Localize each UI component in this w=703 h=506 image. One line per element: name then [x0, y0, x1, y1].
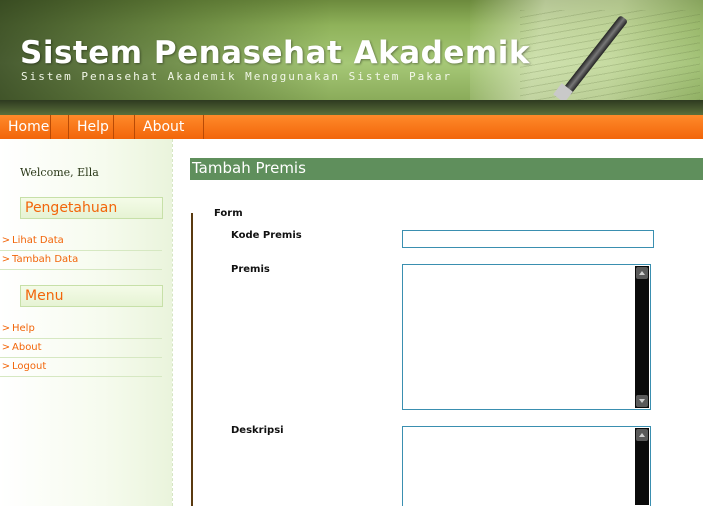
- sidebar-item-label: Help: [12, 323, 35, 334]
- sidebar-item-label: About: [12, 342, 42, 353]
- form-legend: Form: [214, 208, 243, 219]
- sidebar-item-about[interactable]: > About: [0, 340, 162, 358]
- chevron-right-icon: >: [1, 323, 11, 334]
- scroll-down-icon[interactable]: [636, 395, 648, 407]
- sidebar-heading-pengetahuan: Pengetahuan: [20, 197, 163, 219]
- banner-strip: [0, 100, 703, 115]
- kode-premis-input[interactable]: [402, 230, 654, 248]
- sidebar-item-help[interactable]: > Help: [0, 321, 162, 339]
- site-title: Sistem Penasehat Akademik: [20, 35, 530, 71]
- premis-scrollbar[interactable]: [635, 266, 649, 408]
- header-banner: Sistem Penasehat Akademik Sistem Penaseh…: [0, 0, 703, 115]
- nav-help[interactable]: Help: [68, 115, 114, 139]
- nav-home[interactable]: Home: [0, 115, 51, 139]
- deskripsi-textarea[interactable]: [402, 426, 651, 506]
- kode-premis-label: Kode Premis: [231, 230, 302, 241]
- sidebar-item-label: Tambah Data: [12, 254, 79, 265]
- premis-textarea[interactable]: [402, 264, 651, 410]
- scroll-up-icon[interactable]: [636, 267, 648, 279]
- deskripsi-scrollbar[interactable]: [635, 428, 649, 505]
- chevron-right-icon: >: [1, 342, 11, 353]
- welcome-text: Welcome, Ella: [20, 166, 99, 179]
- sidebar-heading-menu: Menu: [20, 285, 163, 307]
- sidebar-item-label: Lihat Data: [12, 235, 64, 246]
- book-lines: [520, 10, 700, 110]
- page-title: Tambah Premis: [190, 158, 703, 180]
- chevron-right-icon: >: [1, 235, 11, 246]
- deskripsi-label: Deskripsi: [231, 425, 284, 436]
- sidebar-item-tambah-data[interactable]: > Tambah Data: [0, 252, 162, 270]
- chevron-right-icon: >: [1, 254, 11, 265]
- nav-about[interactable]: About: [134, 115, 204, 139]
- sidebar-item-lihat-data[interactable]: > Lihat Data: [0, 233, 162, 251]
- top-nav: Home Help About: [0, 115, 703, 139]
- sidebar-item-logout[interactable]: > Logout: [0, 359, 162, 377]
- premis-label: Premis: [231, 264, 270, 275]
- fieldset-border: [191, 213, 193, 506]
- chevron-right-icon: >: [1, 361, 11, 372]
- site-subtitle: Sistem Penasehat Akademik Menggunakan Si…: [21, 70, 453, 83]
- scroll-up-icon[interactable]: [636, 429, 648, 441]
- sidebar-item-label: Logout: [12, 361, 47, 372]
